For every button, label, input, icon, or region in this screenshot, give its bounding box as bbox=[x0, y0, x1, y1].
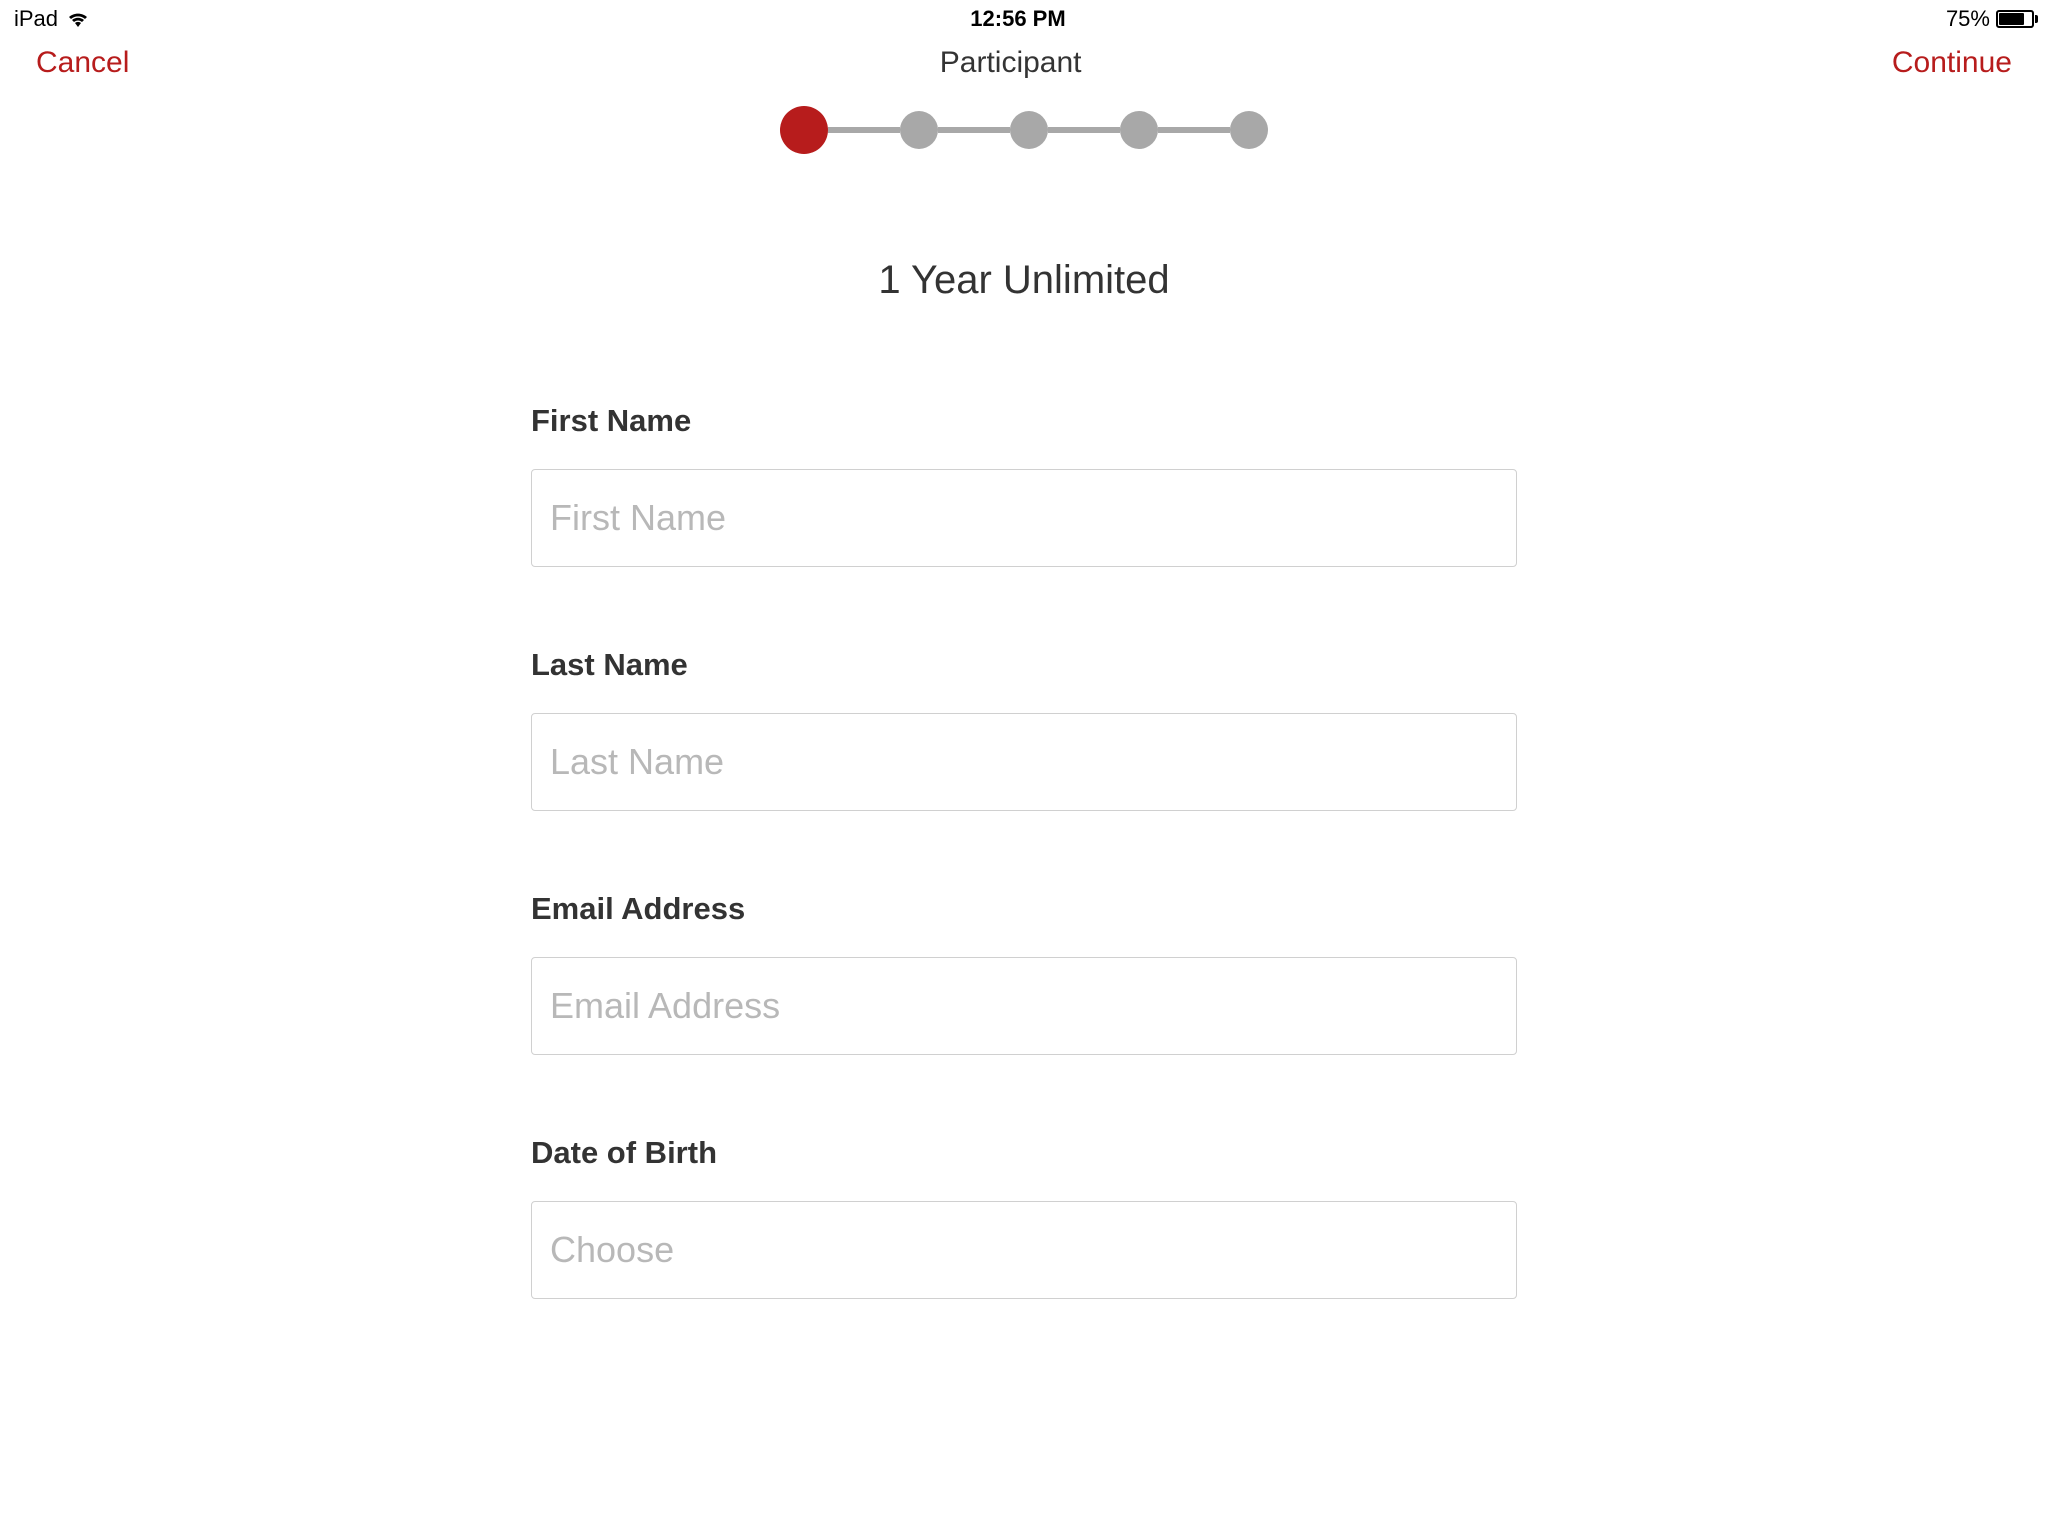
content-area: 1 Year Unlimited First Name Last Name Em… bbox=[0, 258, 2048, 1379]
battery-icon bbox=[1996, 10, 2034, 28]
email-label: Email Address bbox=[531, 891, 1517, 927]
page-title: Participant bbox=[940, 46, 1082, 80]
email-group: Email Address bbox=[531, 891, 1517, 1055]
dob-label: Date of Birth bbox=[531, 1135, 1517, 1171]
status-right: 75% bbox=[1946, 6, 2034, 32]
dob-group: Date of Birth bbox=[531, 1135, 1517, 1299]
status-left: iPad bbox=[14, 6, 90, 32]
progress-connector bbox=[1048, 127, 1120, 133]
cancel-button[interactable]: Cancel bbox=[36, 46, 129, 80]
progress-step-1 bbox=[780, 106, 828, 154]
continue-button[interactable]: Continue bbox=[1892, 46, 2012, 80]
last-name-input[interactable] bbox=[531, 713, 1517, 811]
progress-connector bbox=[1158, 127, 1230, 133]
progress-connector bbox=[938, 127, 1010, 133]
email-input[interactable] bbox=[531, 957, 1517, 1055]
first-name-group: First Name bbox=[531, 403, 1517, 567]
battery-percent: 75% bbox=[1946, 6, 1990, 32]
progress-step-2 bbox=[900, 111, 938, 149]
dob-input[interactable] bbox=[531, 1201, 1517, 1299]
progress-connector bbox=[828, 127, 900, 133]
plan-subtitle: 1 Year Unlimited bbox=[878, 258, 1169, 303]
first-name-label: First Name bbox=[531, 403, 1517, 439]
progress-indicator bbox=[0, 106, 2048, 154]
status-bar: iPad 12:56 PM 75% bbox=[0, 0, 2048, 36]
status-time: 12:56 PM bbox=[970, 6, 1065, 32]
progress-step-3 bbox=[1010, 111, 1048, 149]
participant-form: First Name Last Name Email Address Date … bbox=[531, 403, 1517, 1379]
device-label: iPad bbox=[14, 6, 58, 32]
progress-step-4 bbox=[1120, 111, 1158, 149]
first-name-input[interactable] bbox=[531, 469, 1517, 567]
nav-bar: Cancel Participant Continue bbox=[0, 36, 2048, 96]
last-name-group: Last Name bbox=[531, 647, 1517, 811]
wifi-icon bbox=[66, 9, 90, 29]
last-name-label: Last Name bbox=[531, 647, 1517, 683]
progress-step-5 bbox=[1230, 111, 1268, 149]
